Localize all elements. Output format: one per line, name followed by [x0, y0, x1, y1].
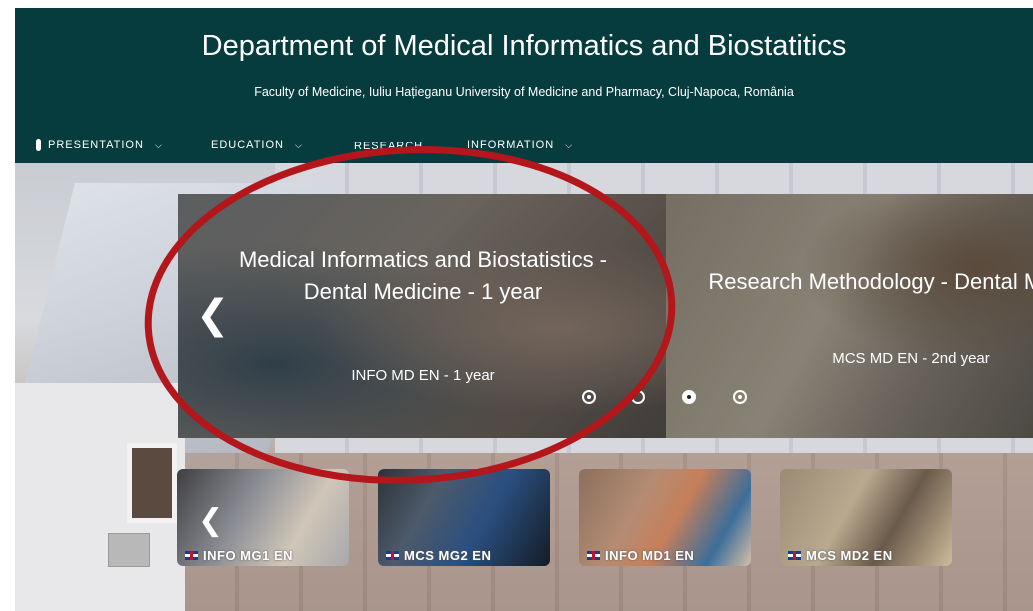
- uk-flag-icon: [587, 551, 600, 560]
- slider-dot-4[interactable]: [733, 390, 747, 404]
- nav-item-label: RESEARCH: [354, 142, 424, 150]
- browser-viewport: Department of Medical Informatics and Bi…: [15, 8, 1033, 611]
- nav-item-presentation[interactable]: PRESENTATION ⌵: [36, 139, 163, 151]
- slider-dot-3[interactable]: [682, 390, 696, 404]
- slide-subtitle: MCS MD EN - 2nd year: [832, 350, 990, 367]
- nav-item-information[interactable]: INFORMATION ⌵: [467, 139, 573, 151]
- site-header: Department of Medical Informatics and Bi…: [15, 8, 1033, 163]
- uk-flag-icon: [185, 551, 198, 560]
- chevron-down-icon: ⌵: [294, 139, 303, 150]
- chevron-left-icon[interactable]: ❮: [198, 506, 223, 536]
- slide-title[interactable]: Research Methodology - Dental Medicine -…: [706, 266, 1033, 298]
- nav-item-education[interactable]: EDUCATION ⌵: [211, 139, 303, 151]
- active-indicator: [36, 139, 41, 151]
- slider-dot-1[interactable]: [582, 390, 596, 404]
- thumbnail-mcs-md2[interactable]: MCS MD2 EN: [780, 469, 952, 566]
- nav-item-label: INFORMATION: [467, 139, 555, 151]
- thumbnail-label: INFO MG1 EN: [185, 548, 293, 563]
- building-window: [127, 443, 177, 523]
- slide-title[interactable]: Medical Informatics and Biostatistics - …: [218, 244, 628, 308]
- uk-flag-icon: [788, 551, 801, 560]
- thumbnail-label-text: INFO MG1 EN: [203, 548, 294, 563]
- slider-pagination: [577, 390, 777, 410]
- site-title[interactable]: Department of Medical Informatics and Bi…: [15, 30, 1033, 63]
- thumbnail-label-text: MCS MG2 EN: [404, 548, 492, 563]
- thumbnail-label-text: INFO MD1 EN: [605, 548, 695, 563]
- thumbnail-label: MCS MD2 EN: [788, 548, 893, 563]
- site-subtitle: Faculty of Medicine, Iuliu Hațieganu Uni…: [254, 85, 794, 99]
- slider-dot-2[interactable]: [631, 390, 645, 404]
- thumbnail-info-md1[interactable]: INFO MD1 EN: [579, 469, 751, 566]
- uk-flag-icon: [386, 551, 399, 560]
- thumbnail-label: MCS MG2 EN: [386, 548, 491, 563]
- chevron-down-icon: ⌵: [154, 139, 163, 150]
- thumbnail-label: INFO MD1 EN: [587, 548, 694, 563]
- main-nav: PRESENTATION ⌵ EDUCATION ⌵ RESEARCH INFO…: [15, 139, 1033, 159]
- chevron-left-icon[interactable]: ❮: [196, 295, 230, 335]
- slide-subtitle: INFO MD EN - 1 year: [351, 367, 495, 384]
- nav-item-label: PRESENTATION: [48, 139, 144, 151]
- nav-item-label: EDUCATION: [211, 139, 284, 151]
- chevron-down-icon: ⌵: [565, 139, 574, 150]
- air-conditioner: [108, 533, 150, 567]
- nav-item-research[interactable]: RESEARCH: [354, 142, 423, 150]
- thumbnail-mcs-mg2[interactable]: MCS MG2 EN: [378, 469, 550, 566]
- thumbnail-label-text: MCS MD2 EN: [806, 548, 893, 563]
